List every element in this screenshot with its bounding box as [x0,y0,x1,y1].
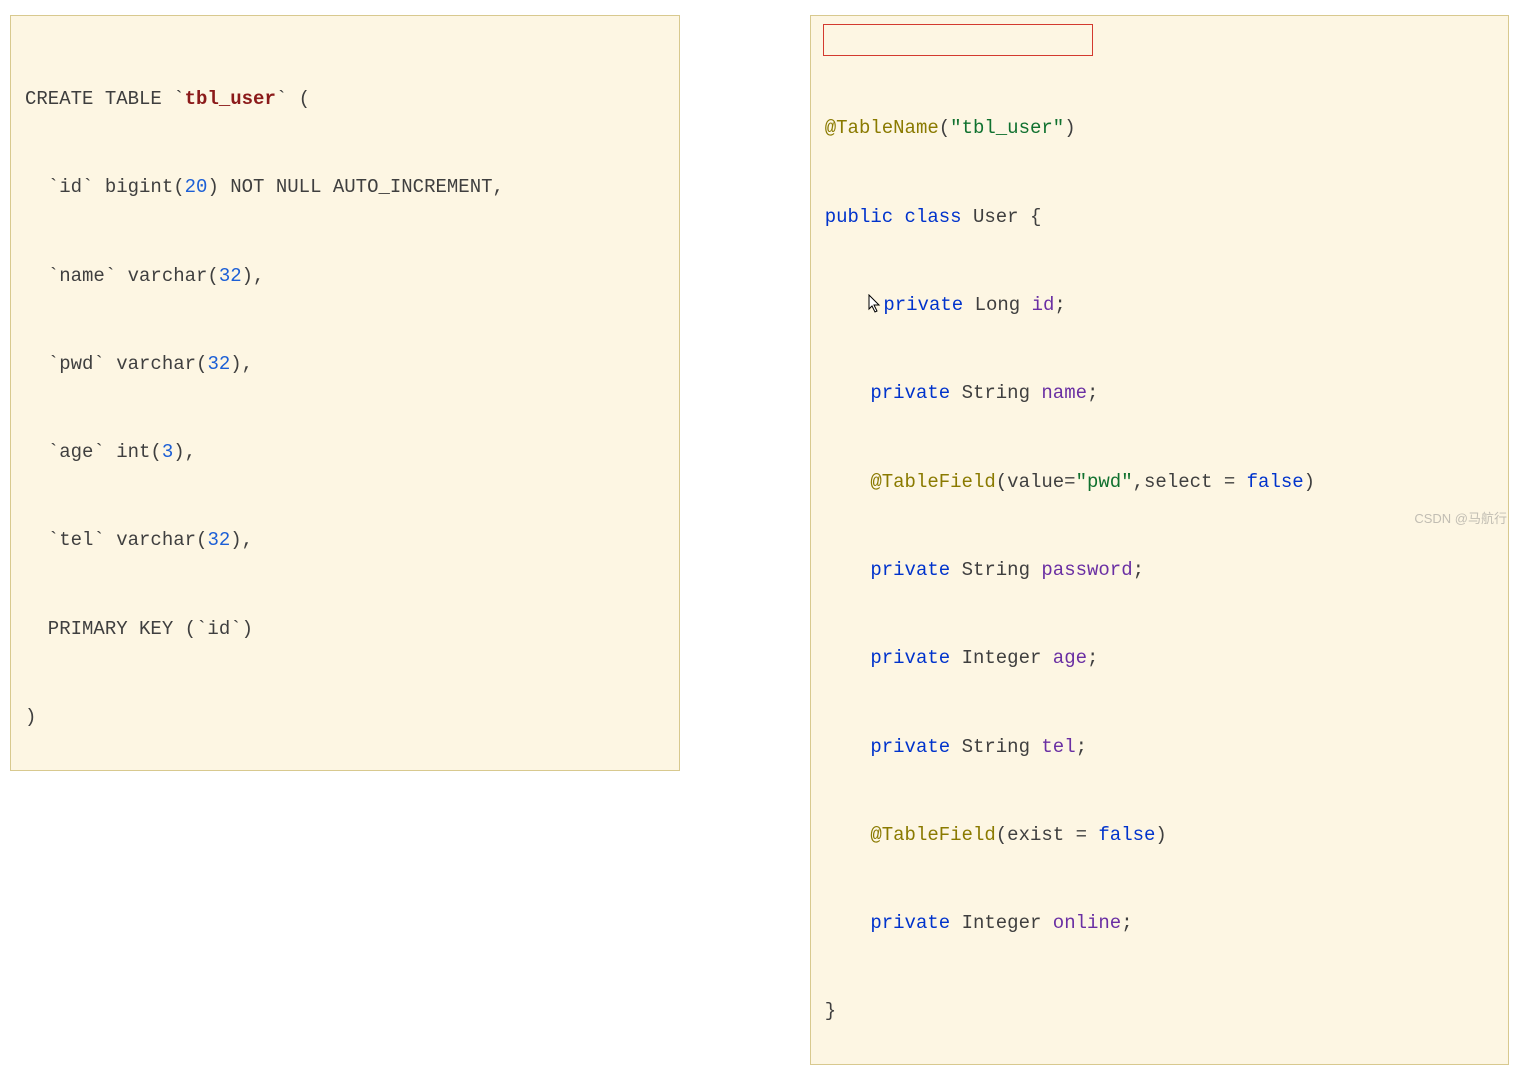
java-line-4: private String name; [825,379,1494,408]
sql-line-5: `age` int(3), [25,438,665,467]
java-line-7: private Integer age; [825,644,1494,673]
cursor-icon [870,296,883,314]
java-line-2: public class User { [825,203,1494,232]
java-line-5: @TableField(value="pwd",select = false) [825,468,1494,497]
java-line-6: private String password; [825,556,1494,585]
sql-line-1: CREATE TABLE `tbl_user` ( [25,85,665,114]
sql-line-6: `tel` varchar(32), [25,526,665,555]
java-code-block: @TableName("tbl_user") public class User… [810,15,1509,1065]
sql-line-2: `id` bigint(20) NOT NULL AUTO_INCREMENT, [25,173,665,202]
java-line-1: @TableName("tbl_user") [825,114,1494,143]
sql-line-7: PRIMARY KEY (`id`) [25,615,665,644]
java-line-3: private Long id; [825,291,1494,320]
java-line-10: private Integer online; [825,909,1494,938]
annotation-highlight [823,24,1093,56]
sql-code-block: CREATE TABLE `tbl_user` ( `id` bigint(20… [10,15,680,771]
java-line-9: @TableField(exist = false) [825,821,1494,850]
sql-line-3: `name` varchar(32), [25,262,665,291]
java-line-8: private String tel; [825,733,1494,762]
java-line-11: } [825,997,1494,1026]
sql-line-8: ) [25,703,665,732]
sql-line-4: `pwd` varchar(32), [25,350,665,379]
